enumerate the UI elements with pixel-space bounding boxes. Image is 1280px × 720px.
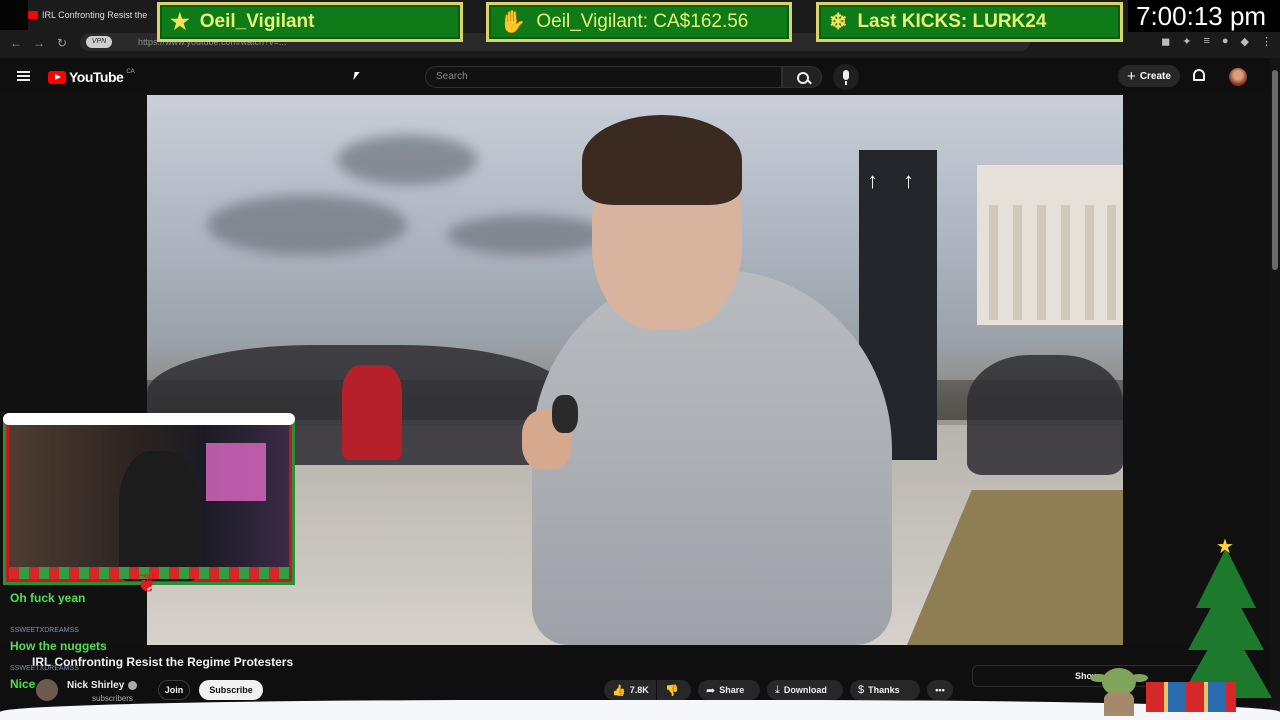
logo-text: YouTube — [69, 69, 124, 85]
account-avatar[interactable] — [1229, 68, 1247, 86]
handheld-microphone — [552, 395, 578, 433]
thumbs-down-icon: 👎 — [665, 684, 679, 697]
extension-toolbar: ◼ ✦ ≡ ● ◆ ⋮ — [1161, 35, 1272, 48]
up-arrow-icon: ↑ — [903, 168, 914, 193]
snow-border-decoration — [0, 700, 1280, 720]
reload-icon[interactable]: ↻ — [57, 36, 67, 50]
tree-star-icon: ★ — [1216, 536, 1234, 558]
country-code: CA — [126, 69, 135, 75]
chat-message: SSWEETXDREAMSS How the nuggets — [6, 627, 284, 665]
latest-donation-banner: ✋ Oeil_Vigilant: CA$162.56 — [486, 2, 792, 42]
like-count: 7.8K — [629, 685, 649, 695]
youtube-logo[interactable]: YouTube CA — [48, 69, 135, 85]
chat-text: How the nuggets — [10, 639, 107, 653]
thumbs-up-icon: 👍 — [612, 684, 626, 697]
search-input[interactable]: Search — [425, 66, 782, 88]
baby-yoda-icon — [1090, 662, 1148, 716]
streamer-webcam — [3, 413, 295, 582]
forward-arrow-icon[interactable]: → — [33, 36, 45, 50]
bell-icon[interactable] — [1193, 69, 1205, 81]
cloud-shape — [337, 135, 477, 185]
latest-follower-banner: ★ Oeil_Vigilant — [157, 2, 463, 42]
share-arrow-icon: ➦ — [706, 684, 716, 697]
memorial-column — [1107, 205, 1116, 320]
chat-message: Oh fuck yean — [6, 589, 284, 627]
cloud-shape — [207, 195, 407, 255]
last-kicks-banner: ❄ Last KICKS: LURK24 — [816, 2, 1123, 42]
youtube-play-icon — [48, 70, 66, 84]
dislike-button[interactable]: 👎 — [657, 680, 691, 700]
memorial-column — [1061, 205, 1070, 320]
menu-lines-icon[interactable]: ≡ — [1203, 35, 1209, 48]
person-hair — [582, 115, 742, 205]
more-dots-icon: ••• — [935, 685, 945, 695]
search-icon[interactable] — [782, 66, 822, 88]
person-hoodie — [532, 270, 892, 645]
youtube-header: YouTube CA Search + Create — [0, 58, 1280, 95]
like-button[interactable]: 👍 7.8K — [604, 680, 656, 700]
hamburger-menu-icon[interactable] — [17, 71, 30, 81]
memorial-column — [989, 205, 998, 320]
puzzle-icon[interactable]: ✦ — [1182, 35, 1191, 48]
banner-donation-text: Oeil_Vigilant: CA$162.56 — [536, 11, 749, 32]
scrollbar-thumb[interactable] — [1272, 70, 1278, 270]
tab-title: IRL Confronting Resist the — [42, 10, 148, 20]
video-player[interactable]: ↑ ↑ — [147, 95, 1123, 645]
up-arrow-icon: ↑ — [867, 168, 878, 193]
starfield-decoration — [0, 0, 28, 30]
thanks-dollar-icon: $ — [858, 684, 865, 696]
star-icon: ★ — [170, 9, 190, 34]
christmas-tree-icon: ★ — [1180, 536, 1272, 705]
profile-icon[interactable]: ● — [1222, 35, 1229, 48]
snow-decoration — [3, 413, 295, 425]
banner-follower-text: Oeil_Vigilant — [199, 11, 315, 32]
vpn-badge-icon[interactable]: VPN — [86, 36, 112, 48]
thanks-button[interactable]: $ Thanks — [850, 680, 920, 700]
youtube-favicon-icon — [28, 11, 38, 19]
streamer-figure — [119, 451, 199, 581]
gift-boxes-icon — [1146, 682, 1236, 712]
kebab-menu-icon[interactable]: ⋮ — [1261, 35, 1272, 48]
money-hand-icon: ✋ — [499, 9, 527, 34]
plus-icon: + — [1127, 67, 1136, 85]
create-button[interactable]: + Create — [1118, 65, 1180, 87]
download-label: Download — [783, 685, 827, 695]
memorial-column — [1085, 205, 1094, 320]
browser-tab[interactable]: IRL Confronting Resist the — [28, 6, 156, 24]
shield-icon[interactable]: ◆ — [1241, 35, 1249, 48]
extension-icon[interactable]: ◼ — [1161, 35, 1170, 48]
more-actions-button[interactable]: ••• — [927, 680, 953, 700]
chat-username: SSWEETXDREAMSS — [10, 665, 79, 672]
person-red-coat — [342, 365, 402, 460]
chat-username: SSWEETXDREAMSS — [10, 627, 79, 634]
monitor-glow — [206, 443, 266, 501]
microphone-icon[interactable] — [833, 64, 859, 90]
share-button[interactable]: ➦ Share — [698, 680, 760, 700]
memorial-column — [1013, 205, 1022, 320]
memorial-building — [977, 165, 1123, 325]
create-label: Create — [1139, 70, 1171, 82]
thanks-label: Thanks — [868, 685, 900, 695]
download-icon: ⤓ — [775, 683, 780, 696]
screen: IRL Confronting Resist the ← → ↻ https:/… — [0, 0, 1280, 720]
chat-text: Oh fuck yean — [10, 591, 86, 605]
stream-chat: Oh fuck yean SSWEETXDREAMSS How the nugg… — [6, 589, 284, 703]
stream-clock: 7:00:13 pm — [1128, 0, 1280, 32]
banner-kicks-text: Last KICKS: LURK24 — [857, 11, 1047, 32]
cloud-shape — [447, 215, 607, 255]
crowd — [967, 355, 1123, 475]
yoda-robe — [1104, 692, 1134, 716]
back-arrow-icon[interactable]: ← — [10, 36, 22, 50]
snowflake-icon: ❄ — [829, 9, 848, 34]
chat-message: SSWEETXDREAMSS Nice — [6, 665, 284, 703]
download-button[interactable]: ⤓ Download — [767, 680, 843, 700]
share-label: Share — [719, 685, 745, 695]
chat-text: Nice — [10, 677, 36, 691]
memorial-column — [1037, 205, 1046, 320]
